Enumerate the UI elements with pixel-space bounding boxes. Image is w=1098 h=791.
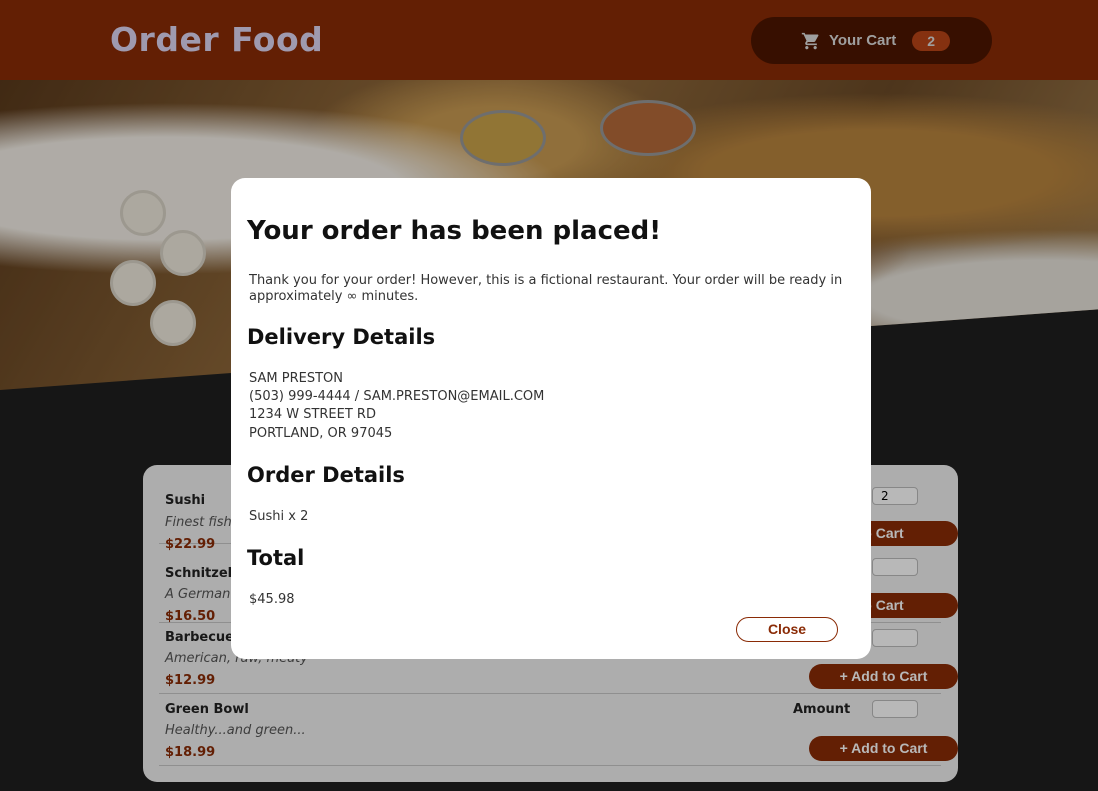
- close-button[interactable]: Close: [736, 617, 838, 642]
- confirmation-message: Thank you for your order! However, this …: [249, 273, 843, 304]
- delivery-street: 1234 W STREET RD: [249, 407, 376, 422]
- order-item: Sushi x 2: [249, 509, 309, 524]
- order-confirmation-modal: Your order has been placed! Thank you fo…: [231, 178, 871, 659]
- total-heading: Total: [247, 546, 305, 570]
- delivery-name: SAM PRESTON: [249, 371, 343, 386]
- delivery-city: PORTLAND, OR 97045: [249, 426, 393, 441]
- modal-heading: Your order has been placed!: [247, 216, 662, 246]
- order-total: $45.98: [249, 592, 295, 607]
- order-details-heading: Order Details: [247, 463, 405, 487]
- delivery-details-heading: Delivery Details: [247, 325, 436, 349]
- delivery-contact: (503) 999-4444 / SAM.PRESTON@EMAIL.COM: [249, 389, 545, 404]
